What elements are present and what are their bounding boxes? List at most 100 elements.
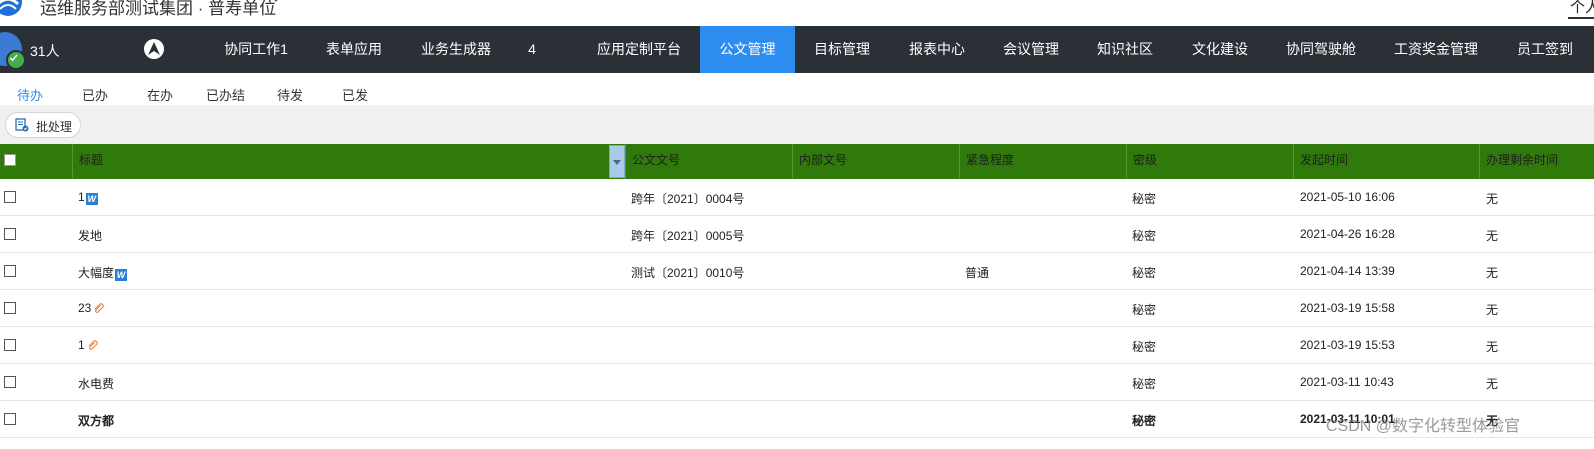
nav-item-form-apps[interactable]: 表单应用: [312, 26, 396, 73]
cell-secret: 秘密: [1132, 414, 1157, 428]
row-checkbox[interactable]: [4, 228, 16, 240]
column-header-title[interactable]: 标题: [72, 144, 625, 179]
cell-doc-no: 测试〔2021〕0010号: [631, 266, 745, 280]
row-checkbox[interactable]: [4, 191, 16, 203]
attachment-icon: [94, 303, 105, 314]
column-header-start-time[interactable]: 发起时间: [1293, 144, 1479, 179]
nav-item-meeting-management[interactable]: 会议管理: [989, 26, 1073, 73]
word-icon: W: [85, 193, 98, 205]
cell-secret: 秘密: [1132, 303, 1157, 317]
cell-title[interactable]: 1W: [78, 190, 98, 205]
cell-title[interactable]: 23: [78, 301, 105, 315]
online-check-icon: [6, 50, 26, 70]
nav-item-app-platform[interactable]: 应用定制平台: [585, 26, 693, 73]
title-text[interactable]: 23: [78, 301, 91, 315]
row-checkbox[interactable]: [4, 413, 16, 425]
column-header-secrecy[interactable]: 密级: [1126, 144, 1293, 179]
cell-title[interactable]: 发地: [78, 227, 102, 244]
cell-secret: 秘密: [1132, 266, 1157, 280]
tab-sent[interactable]: 已发: [342, 85, 368, 104]
word-icon: W: [115, 269, 128, 281]
nav-item-document-management[interactable]: 公文管理: [700, 26, 795, 73]
cell-secret: 秘密: [1132, 192, 1157, 206]
tab-in-progress[interactable]: 在办: [147, 85, 173, 104]
tab-pending[interactable]: 待办: [17, 85, 43, 104]
select-all-checkbox[interactable]: [4, 154, 16, 166]
watermark: CSDN @数字化转型体验官: [1326, 418, 1521, 435]
nav-item-goal-management[interactable]: 目标管理: [800, 26, 884, 73]
row-checkbox[interactable]: [4, 376, 16, 388]
tab-done[interactable]: 已办: [82, 85, 108, 104]
table-row[interactable]: 发地 跨年〔2021〕0005号 秘密 2021-04-26 16:28 无: [0, 216, 1594, 253]
cell-title[interactable]: 双方都: [78, 412, 114, 429]
personal-center-underline: [1568, 17, 1594, 19]
batch-process-label: 批处理: [36, 120, 73, 134]
cell-doc-no: 跨年〔2021〕0005号: [631, 229, 745, 243]
batch-document-icon: [15, 118, 29, 132]
cell-urgency: 普通: [965, 266, 990, 280]
column-header-urgency[interactable]: 紧急程度: [959, 144, 1126, 179]
cell-title[interactable]: 大幅度 W: [78, 264, 128, 281]
cell-remaining: 无: [1486, 340, 1499, 354]
cell-time: 2021-04-26 16:28: [1300, 227, 1395, 241]
title-text[interactable]: 大幅度: [78, 266, 114, 280]
tab-to-send[interactable]: 待发: [277, 85, 303, 104]
app-logo-icon[interactable]: [143, 38, 165, 60]
main-nav-bar: 31人 协同工作1 表单应用 业务生成器 4 应用定制平台 公文管理 目标管理 …: [0, 26, 1594, 73]
cell-time: 2021-03-19 15:53: [1300, 338, 1395, 352]
nav-item-collab-work[interactable]: 协同工作1: [208, 26, 304, 73]
table-row[interactable]: 水电费 秘密 2021-03-11 10:43 无: [0, 364, 1594, 401]
cell-remaining: 无: [1486, 303, 1499, 317]
online-count[interactable]: 31人: [30, 41, 60, 61]
cell-remaining: 无: [1486, 229, 1499, 243]
batch-process-button[interactable]: 批处理: [5, 112, 81, 138]
table-header: 标题 公文文号 内部文号 紧急程度 密级 发起时间 办理剩余时间: [0, 144, 1594, 179]
cell-time: 2021-03-11 10:43: [1300, 375, 1394, 389]
sort-down-icon: [613, 160, 621, 165]
title-text[interactable]: 发地: [78, 229, 102, 243]
nav-item-report-center[interactable]: 报表中心: [895, 26, 979, 73]
org-name[interactable]: 运维服务部测试集团 · 普寿单位: [40, 0, 276, 19]
status-tabs: 待办 已办 在办 已办结 待发 已发: [0, 73, 1594, 105]
cell-time: 2021-04-14 13:39: [1300, 264, 1395, 278]
table-row[interactable]: 1 W 跨年〔2021〕0004号 秘密 2021-05-10 16:06 无: [0, 179, 1594, 216]
logo-icon: [0, 0, 22, 16]
nav-item-collab-cockpit[interactable]: 协同驾驶舱: [1273, 26, 1369, 73]
attachment-icon: [88, 340, 98, 351]
column-header-doc-number[interactable]: 公文文号: [625, 144, 792, 179]
cell-remaining: 无: [1486, 192, 1499, 206]
column-sort-button[interactable]: [609, 145, 625, 178]
title-text[interactable]: 1: [78, 338, 85, 352]
chevron-down-icon[interactable]: [270, 0, 282, 6]
cell-time: 2021-03-19 15:58: [1300, 301, 1395, 315]
nav-item-culture[interactable]: 文化建设: [1178, 26, 1262, 73]
table-row[interactable]: 23 秘密 2021-03-19 15:58 无: [0, 290, 1594, 327]
table-row[interactable]: 1 秘密 2021-03-19 15:53 无: [0, 327, 1594, 364]
cell-title[interactable]: 1: [78, 338, 98, 352]
row-checkbox[interactable]: [4, 265, 16, 277]
nav-item-business-generator[interactable]: 业务生成器: [408, 26, 504, 73]
cell-remaining: 无: [1486, 377, 1499, 391]
toolbar: 批处理: [0, 105, 1594, 144]
nav-item-payroll[interactable]: 工资奖金管理: [1381, 26, 1491, 73]
nav-item-employee-signin[interactable]: 员工签到: [1505, 26, 1594, 73]
top-strip: 运维服务部测试集团 · 普寿单位 个人: [0, 0, 1594, 26]
nav-item-knowledge-community[interactable]: 知识社区: [1083, 26, 1167, 73]
cell-remaining: 无: [1486, 266, 1499, 280]
personal-center-link[interactable]: 个人: [1570, 0, 1594, 17]
cell-secret: 秘密: [1132, 229, 1157, 243]
title-text[interactable]: 水电费: [78, 377, 114, 391]
cell-title[interactable]: 水电费: [78, 375, 114, 392]
column-header-internal-number[interactable]: 内部文号: [792, 144, 959, 179]
cell-time: 2021-05-10 16:06: [1300, 190, 1395, 204]
nav-item-4[interactable]: 4: [520, 26, 544, 73]
title-text[interactable]: 双方都: [78, 414, 114, 428]
row-checkbox[interactable]: [4, 302, 16, 314]
table-row[interactable]: 大幅度 W 测试〔2021〕0010号 普通 秘密 2021-04-14 13:39 无: [0, 253, 1594, 290]
tab-finished[interactable]: 已办结: [206, 85, 245, 104]
cell-secret: 秘密: [1132, 377, 1157, 391]
column-header-remaining-time[interactable]: 办理剩余时间: [1479, 144, 1594, 179]
title-text[interactable]: 1: [78, 190, 85, 204]
row-checkbox[interactable]: [4, 339, 16, 351]
cell-secret: 秘密: [1132, 340, 1157, 354]
